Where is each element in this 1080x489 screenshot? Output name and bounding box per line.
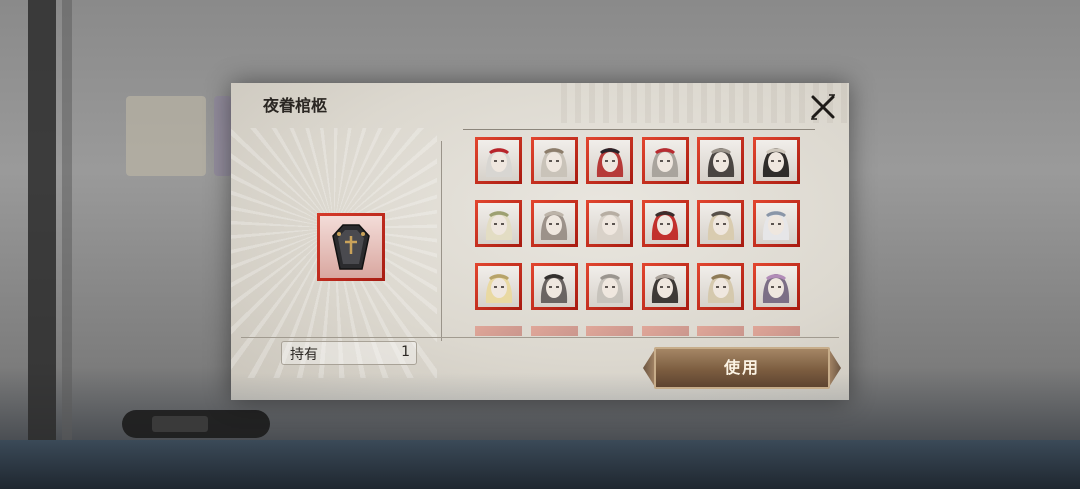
character-face-icon [596,210,623,240]
character-face-icon [651,273,679,303]
character-portrait[interactable] [641,263,689,310]
panel-divider [441,141,442,341]
item-preview-panel: 持有 1 [231,128,437,378]
owned-label: 持有 [290,347,318,363]
character-face-icon [762,147,790,177]
character-portrait[interactable] [641,200,689,247]
character-face-icon [485,210,512,240]
background-pill-label [152,416,208,432]
character-portrait[interactable] [752,137,800,184]
character-face-icon [651,210,679,240]
character-portrait[interactable] [530,263,578,310]
close-button[interactable] [809,93,837,121]
character-portrait-partial[interactable] [586,326,633,336]
character-portrait[interactable] [697,137,744,184]
character-face-icon [762,273,790,303]
owned-count-box: 持有 1 [281,341,417,365]
character-portrait[interactable] [475,137,522,184]
background-item-card [214,96,232,176]
close-x-icon [811,94,835,120]
character-portrait[interactable] [586,137,633,184]
character-portrait[interactable] [586,263,633,310]
character-portrait-partial[interactable] [475,326,522,336]
character-portrait-partial[interactable] [752,326,800,336]
character-portrait[interactable] [697,200,744,247]
character-portrait[interactable] [752,200,800,247]
dialog-ornament [561,83,849,123]
character-portrait[interactable] [641,137,689,184]
character-portrait[interactable] [697,263,744,310]
character-portrait-partial[interactable] [697,326,744,336]
character-portrait[interactable] [530,137,578,184]
character-portrait[interactable] [586,200,633,247]
bottom-rule [241,337,839,338]
background-bottom-bar [0,440,1080,489]
character-face-icon [485,273,512,303]
item-dialog: 夜眷棺柩 持有 1 使用 [231,83,849,400]
character-portrait[interactable] [752,263,800,310]
background-item-card [126,96,206,176]
character-portrait-partial[interactable] [530,326,578,336]
coffin-icon [332,224,370,270]
character-face-icon [540,147,568,177]
owned-value: 1 [401,344,410,360]
use-button[interactable]: 使用 [654,347,830,389]
dialog-title: 夜眷棺柩 [263,96,328,115]
background-sidebar-edge [62,0,72,489]
item-icon-frame [317,213,385,281]
character-portrait[interactable] [530,200,578,247]
character-portrait[interactable] [475,200,522,247]
character-portrait[interactable] [475,263,522,310]
character-face-icon [596,273,623,303]
character-face-icon [596,147,623,177]
character-face-icon [707,210,734,240]
character-face-icon [651,147,679,177]
character-face-icon [707,147,734,177]
character-face-icon [485,147,512,177]
character-face-icon [707,273,734,303]
character-face-icon [540,210,568,240]
background-sidebar [28,0,56,489]
grid-top-rule [463,129,815,130]
character-face-icon [762,210,790,240]
character-face-icon [540,273,568,303]
character-portrait-partial[interactable] [641,326,689,336]
